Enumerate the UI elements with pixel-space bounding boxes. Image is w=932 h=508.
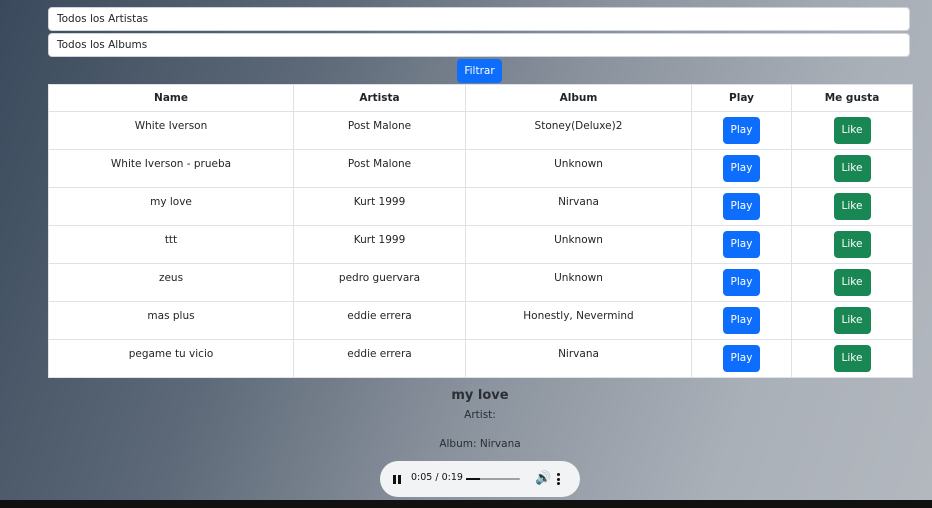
song-name: pegame tu vicio [128,347,214,360]
play-cell: Play [691,225,792,264]
song-artist-cell: eddie errera [293,301,466,340]
song-name-cell: zeus [48,263,294,302]
song-artist: eddie errera [347,309,412,322]
audio-player[interactable]: 0:05 / 0:19 🔊 [380,461,580,497]
play-cell: Play [691,187,792,226]
header-play: Play [691,84,792,112]
song-artist: eddie errera [347,347,412,360]
song-name-cell: White Iverson - prueba [48,149,294,188]
like-button[interactable]: Like [833,155,871,182]
song-album-cell: Unknown [465,149,692,188]
song-artist: pedro guervara [338,271,421,284]
time-display: 0:05 / 0:19 [411,472,463,483]
song-album-cell: Unknown [465,263,692,302]
like-cell: Like [791,225,913,264]
song-name-cell: mas plus [48,301,294,340]
album-filter-select[interactable]: Todos los Albums [48,33,910,57]
song-artist: Kurt 1999 [353,233,406,246]
progress-slider[interactable] [466,478,520,480]
table-row: zeus pedro guervara Unknown Play Like [48,263,913,302]
table-header-row: Name Artista Album Play Me gusta [48,84,913,112]
header-like: Me gusta [791,84,913,112]
song-artist-cell: pedro guervara [293,263,466,302]
play-button[interactable]: Play [723,193,760,220]
pause-icon[interactable] [393,475,401,484]
song-artist: Post Malone [347,157,412,170]
like-button[interactable]: Like [833,269,871,296]
song-album: Honestly, Nevermind [523,309,634,322]
now-playing-title: my love [451,388,509,403]
song-album-cell: Nirvana [465,339,692,378]
like-button[interactable]: Like [833,345,871,372]
song-album: Stoney(Deluxe)2 [534,119,623,132]
song-artist-cell: Post Malone [293,111,466,150]
song-album: Nirvana [558,195,599,208]
song-artist: Kurt 1999 [353,195,406,208]
song-album-cell: Stoney(Deluxe)2 [465,111,692,150]
now-playing-artist: Artist: [464,409,496,421]
like-cell: Like [791,263,913,302]
like-button[interactable]: Like [833,307,871,334]
table-row: mas plus eddie errera Honestly, Nevermind P… [48,301,913,340]
play-button[interactable]: Play [723,345,760,372]
play-button[interactable]: Play [723,307,760,334]
play-cell: Play [691,301,792,340]
table-row: White Iverson Post Malone Stoney(Deluxe)2 P… [48,111,913,150]
table-row: my love Kurt 1999 Nirvana Play Like [48,187,913,226]
header-album: Album [465,84,692,112]
song-artist-cell: Kurt 1999 [293,225,466,264]
song-artist-cell: eddie errera [293,339,466,378]
play-cell: Play [691,339,792,378]
like-cell: Like [791,149,913,188]
song-artist-cell: Post Malone [293,149,466,188]
play-button[interactable]: Play [723,269,760,296]
song-album: Unknown [554,157,603,170]
song-name: ttt [164,233,178,246]
volume-icon[interactable]: 🔊 [535,471,551,487]
like-button[interactable]: Like [833,117,871,144]
song-album: Unknown [554,271,603,284]
table-row: pegame tu vicio eddie errera Nirvana Play Li… [48,339,913,378]
header-name: Name [48,84,294,112]
song-album: Nirvana [558,347,599,360]
play-cell: Play [691,149,792,188]
song-name: White Iverson - prueba [110,157,232,170]
play-button[interactable]: Play [723,117,760,144]
like-cell: Like [791,187,913,226]
song-album-cell: Honestly, Nevermind [465,301,692,340]
progress-fill [466,478,481,480]
like-cell: Like [791,301,913,340]
song-name-cell: ttt [48,225,294,264]
play-button[interactable]: Play [723,231,760,258]
like-button[interactable]: Like [833,231,871,258]
song-name-cell: pegame tu vicio [48,339,294,378]
play-cell: Play [691,263,792,302]
song-name-cell: my love [48,187,294,226]
songs-table: Name Artista Album Play Me gusta White I… [48,84,913,378]
artist-filter-select[interactable]: Todos los Artistas [48,7,910,31]
like-cell: Like [791,111,913,150]
song-name: mas plus [147,309,195,322]
bottom-bar [0,500,932,508]
table-row: ttt Kurt 1999 Unknown Play Like [48,225,913,264]
song-album: Unknown [554,233,603,246]
song-name: White Iverson [134,119,208,132]
filter-button[interactable]: Filtrar [457,59,502,83]
now-playing-panel: my love Artist: Album: Nirvana [0,388,932,450]
song-name-cell: White Iverson [48,111,294,150]
like-cell: Like [791,339,913,378]
like-button[interactable]: Like [833,193,871,220]
song-artist-cell: Kurt 1999 [293,187,466,226]
header-artist: Artista [293,84,466,112]
play-button[interactable]: Play [723,155,760,182]
song-name: my love [150,195,192,208]
more-options-icon[interactable] [557,473,561,485]
table-row: White Iverson - prueba Post Malone Unknown… [48,149,913,188]
song-album-cell: Nirvana [465,187,692,226]
now-playing-album: Album: Nirvana [439,438,521,450]
song-name: zeus [158,271,184,284]
song-artist: Post Malone [347,119,412,132]
play-cell: Play [691,111,792,150]
song-album-cell: Unknown [465,225,692,264]
